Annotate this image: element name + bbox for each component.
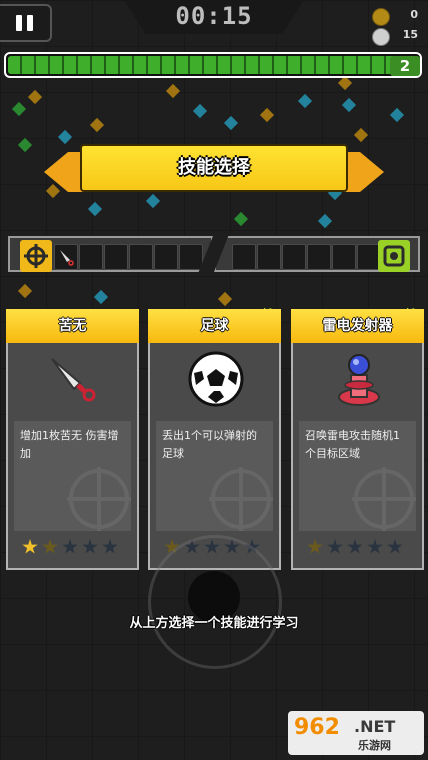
weapon-slot [129,244,153,270]
weapon-slot [79,244,103,270]
star-icon [327,539,343,554]
top-hud: 00:15 0 15 [0,0,428,46]
skull-icon [372,28,390,46]
watermark-cn: 乐游网 [358,739,391,752]
star-icon [387,539,403,554]
star-icon [307,539,323,554]
crosshair-watermark-icon [67,467,131,531]
experience-bar [4,52,422,78]
site-watermark-logo: 962 .NET 乐游网 [288,711,424,755]
kill-count: 15 [402,28,418,41]
pause-button[interactable] [0,4,52,42]
kunai-icon [44,349,104,409]
crosshair-watermark-icon [352,467,416,531]
passive-slot [282,244,306,270]
soccer-ball-icon [186,349,246,409]
star-icon [62,539,78,554]
level-badge: 2 [390,56,420,76]
passive-slot [232,244,256,270]
skill-card-stars [307,539,417,559]
star-icon [102,539,118,554]
skill-select-banner: 技能选择 [0,140,428,200]
skill-card-description: 丢出1个可以弹射的足球 [156,421,273,531]
skill-card-kunai[interactable]: 苦无 增加1枚苦无 伤害增加 [6,309,139,570]
weapon-slot [104,244,128,270]
coin-icon [372,8,390,26]
banner-title: 技能选择 [80,144,348,192]
skill-card-description-text: 增加1枚苦无 伤害增加 [20,429,119,460]
weapon-slot [154,244,178,270]
passive-slots-panel [214,236,420,272]
match-timer: 00:15 [175,2,253,30]
skill-card-description: 增加1枚苦无 伤害增加 [14,421,131,531]
skill-card-description-text: 丢出1个可以弹射的足球 [162,429,257,460]
weapon-slots-panel [8,236,213,272]
crosshair-icon [20,240,52,272]
passive-slot [257,244,281,270]
passive-slot [307,244,331,270]
skill-slot-bar [0,236,428,274]
star-icon [82,539,98,554]
skill-card-stars [22,539,132,559]
star-icon [42,539,58,554]
skill-card-description-text: 召唤雷电攻击随机1个目标区域 [305,429,400,460]
star-icon [347,539,363,554]
weapon-slot-kunai [54,244,78,270]
watermark-number: 962 [294,715,340,740]
skill-card-title: 苦无 [6,309,139,343]
passive-gear-icon [378,240,410,272]
skill-card-title: 足球 [148,309,281,343]
watermark-suffix: .NET [354,717,396,736]
selection-hint: 从上方选择一个技能进行学习 [129,616,299,631]
lightning-launcher-icon [329,349,389,409]
skill-card-lightning-launcher[interactable]: 雷电发射器 召唤雷电攻击随机1个目标区域 [291,309,424,570]
skill-card-body: 召唤雷电攻击随机1个目标区域 [291,343,424,570]
coin-counter: 0 [372,8,418,26]
crosshair-watermark-icon [209,467,273,531]
skill-card-description: 召唤雷电攻击随机1个目标区域 [299,421,416,531]
skill-card-title: 雷电发射器 [291,309,424,343]
passive-slot [332,244,356,270]
kill-counter: 15 [372,28,418,46]
skill-card-soccer-ball[interactable]: 足球 丢出1个可以弹射的足球 [148,309,281,570]
weapon-slot [179,244,203,270]
skill-card-body: 增加1枚苦无 伤害增加 [6,343,139,570]
star-icon [367,539,383,554]
star-icon [22,539,38,554]
coin-count: 0 [410,8,418,21]
experience-bar-fill [8,56,402,74]
